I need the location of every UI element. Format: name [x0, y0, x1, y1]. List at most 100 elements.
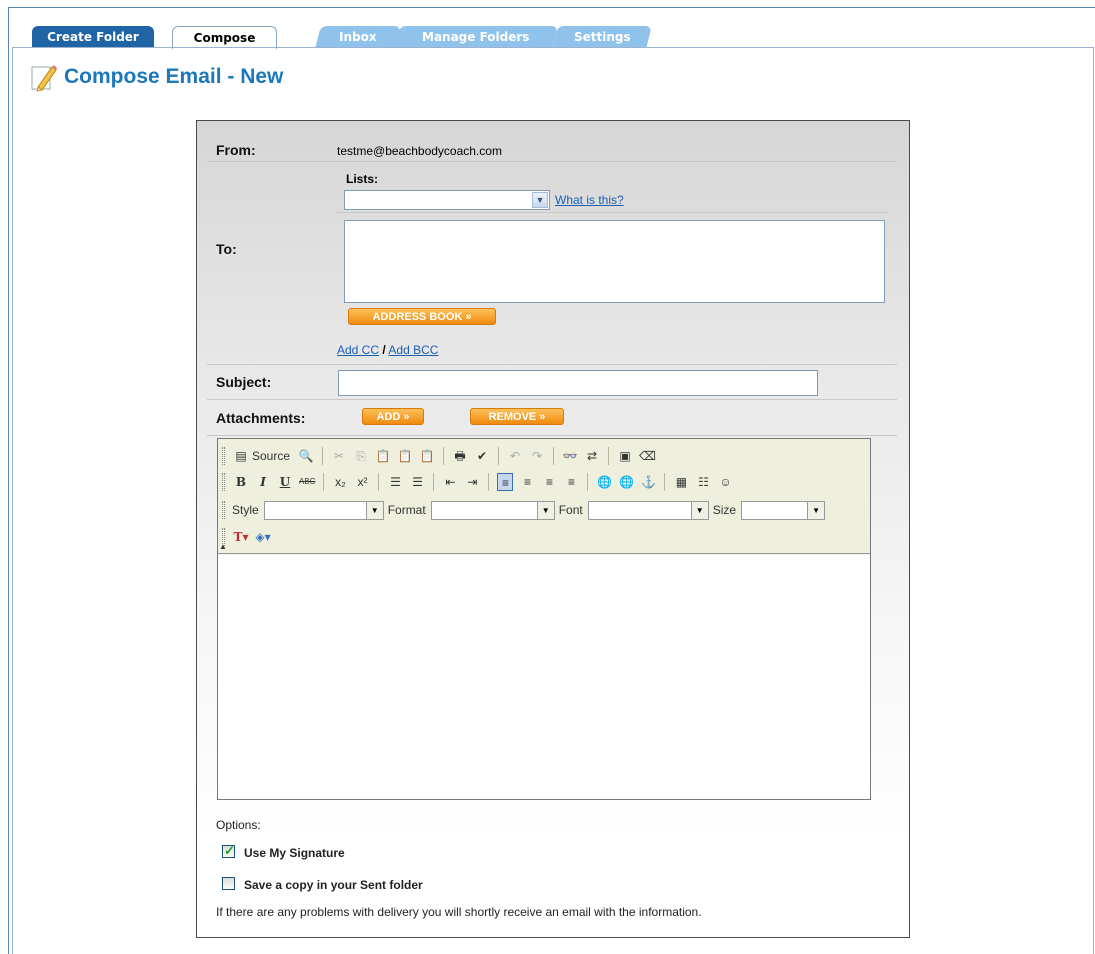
- chevron-down-icon: ▼: [690, 501, 708, 519]
- toolbar-grip: [222, 447, 225, 465]
- to-textarea[interactable]: [344, 220, 885, 303]
- spellcheck-icon[interactable]: ✔: [474, 447, 490, 465]
- toolbar-separator: [323, 473, 325, 491]
- size-label: Size: [712, 503, 737, 517]
- toolbar-separator: [553, 447, 555, 465]
- size-select[interactable]: ▼: [741, 500, 826, 520]
- bulleted-list-icon[interactable]: ☰: [409, 473, 425, 491]
- justify-icon[interactable]: ≡: [563, 473, 579, 491]
- italic-icon[interactable]: I: [255, 473, 271, 491]
- toolbar-grip: [222, 501, 225, 519]
- align-right-icon[interactable]: ≡: [541, 473, 557, 491]
- align-center-icon[interactable]: ≡: [519, 473, 535, 491]
- add-bcc-link[interactable]: Add BCC: [388, 343, 438, 357]
- to-label: To:: [216, 241, 237, 257]
- toolbar-row-4: T▾ ◈▾: [222, 525, 274, 549]
- toolbar-row-2: B I U ABC x₂ x² ☰ ☰ ⇤ ⇥ ≡ ≡ ≡ ≡ 🌐 🌐 ⚓ ▦ …: [222, 470, 736, 494]
- paste-word-icon[interactable]: 📋: [419, 447, 435, 465]
- checkmark-icon: ✓: [224, 843, 235, 858]
- use-signature-checkbox[interactable]: ✓: [222, 843, 235, 858]
- tab-manage-folders[interactable]: Manage Folders: [394, 26, 558, 48]
- toolbar-grip: [222, 473, 225, 491]
- toolbar-separator: [322, 447, 324, 465]
- add-attachment-button[interactable]: ADD »: [362, 408, 424, 425]
- what-is-this-link[interactable]: What is this?: [555, 193, 624, 207]
- source-button[interactable]: Source: [252, 449, 290, 463]
- unlink-icon[interactable]: 🌐: [618, 473, 634, 491]
- source-icon[interactable]: ▤: [233, 447, 249, 465]
- paste-icon[interactable]: 📋: [375, 447, 391, 465]
- add-cc-link[interactable]: Add CC: [337, 343, 379, 357]
- attachments-label: Attachments:: [216, 410, 306, 426]
- background-color-icon[interactable]: ◈▾: [255, 528, 271, 546]
- tab-underline: [12, 47, 1094, 48]
- font-select[interactable]: ▼: [587, 500, 709, 520]
- link-icon[interactable]: 🌐: [596, 473, 612, 491]
- underline-icon[interactable]: U: [277, 473, 293, 491]
- cc-bcc-links: Add CC / Add BCC: [337, 343, 438, 357]
- outdent-icon[interactable]: ⇤: [442, 473, 458, 491]
- use-signature-label: Use My Signature: [244, 846, 345, 860]
- align-left-icon[interactable]: ≡: [497, 473, 514, 491]
- subject-label: Subject:: [216, 374, 272, 390]
- bold-icon[interactable]: B: [233, 473, 249, 491]
- tab-manage-folders-label: Manage Folders: [422, 30, 530, 44]
- cc-bcc-separator: /: [382, 343, 386, 357]
- content-left-border: [12, 48, 13, 954]
- strikethrough-icon[interactable]: ABC: [299, 473, 315, 491]
- address-book-button[interactable]: ADDRESS BOOK »: [348, 308, 496, 325]
- anchor-icon[interactable]: ⚓: [640, 473, 656, 491]
- redo-icon[interactable]: ↷: [529, 447, 545, 465]
- delivery-note: If there are any problems with delivery …: [216, 905, 702, 919]
- frame-left-border: [8, 7, 9, 954]
- smiley-icon[interactable]: ☺: [717, 473, 733, 491]
- tab-settings[interactable]: Settings: [552, 26, 652, 48]
- select-all-icon[interactable]: ▣: [617, 447, 633, 465]
- divider: [207, 364, 897, 365]
- toolbar-separator: [488, 473, 490, 491]
- format-label: Format: [387, 503, 426, 517]
- pencil-icon: [31, 65, 57, 92]
- collapse-toolbar-icon[interactable]: ▲: [219, 542, 227, 551]
- toolbar-separator: [587, 473, 589, 491]
- undo-icon[interactable]: ↶: [507, 447, 523, 465]
- find-icon[interactable]: 👓: [562, 447, 578, 465]
- font-label: Font: [558, 503, 583, 517]
- preview-icon[interactable]: 🔍: [298, 447, 314, 465]
- save-copy-checkbox[interactable]: [222, 877, 235, 890]
- toolbar-separator: [433, 473, 435, 491]
- style-label: Style: [232, 503, 259, 517]
- indent-icon[interactable]: ⇥: [464, 473, 480, 491]
- paste-text-icon[interactable]: 📋: [397, 447, 413, 465]
- content-right-border: [1093, 48, 1094, 954]
- tab-create-folder[interactable]: Create Folder: [32, 26, 154, 48]
- remove-format-icon[interactable]: ⌫: [639, 447, 656, 465]
- horizontal-rule-icon[interactable]: ☷: [695, 473, 711, 491]
- toolbar-row-1: ▤ Source 🔍 ✂ ⎘ 📋 📋 📋 🖶 ✔ ↶ ↷ 👓 ⇄ ▣ ⌫: [222, 444, 659, 468]
- numbered-list-icon[interactable]: ☰: [387, 473, 403, 491]
- superscript-icon[interactable]: x²: [354, 473, 370, 491]
- style-select[interactable]: ▼: [263, 500, 384, 520]
- format-select[interactable]: ▼: [430, 500, 555, 520]
- editor-body[interactable]: [218, 555, 870, 799]
- replace-icon[interactable]: ⇄: [584, 447, 600, 465]
- editor-toolbar: ▤ Source 🔍 ✂ ⎘ 📋 📋 📋 🖶 ✔ ↶ ↷ 👓 ⇄ ▣ ⌫ B I…: [218, 439, 870, 554]
- cut-icon[interactable]: ✂: [331, 447, 347, 465]
- tab-inbox[interactable]: Inbox: [315, 26, 401, 48]
- subscript-icon[interactable]: x₂: [332, 473, 348, 491]
- tab-compose[interactable]: Compose: [172, 26, 277, 49]
- table-icon[interactable]: ▦: [673, 473, 689, 491]
- page-header: Compose Email - New: [28, 60, 283, 94]
- frame-top-border: [8, 7, 1095, 8]
- toolbar-separator: [498, 447, 500, 465]
- text-color-icon[interactable]: T▾: [233, 528, 249, 546]
- copy-icon[interactable]: ⎘: [353, 447, 369, 465]
- remove-attachment-button[interactable]: REMOVE »: [470, 408, 564, 425]
- print-icon[interactable]: 🖶: [452, 447, 468, 465]
- toolbar-separator: [443, 447, 445, 465]
- options-label: Options:: [216, 818, 261, 832]
- subject-input[interactable]: [338, 370, 818, 396]
- toolbar-separator: [378, 473, 380, 491]
- lists-select[interactable]: ▼: [344, 190, 550, 210]
- chevron-down-icon: ▼: [532, 192, 548, 208]
